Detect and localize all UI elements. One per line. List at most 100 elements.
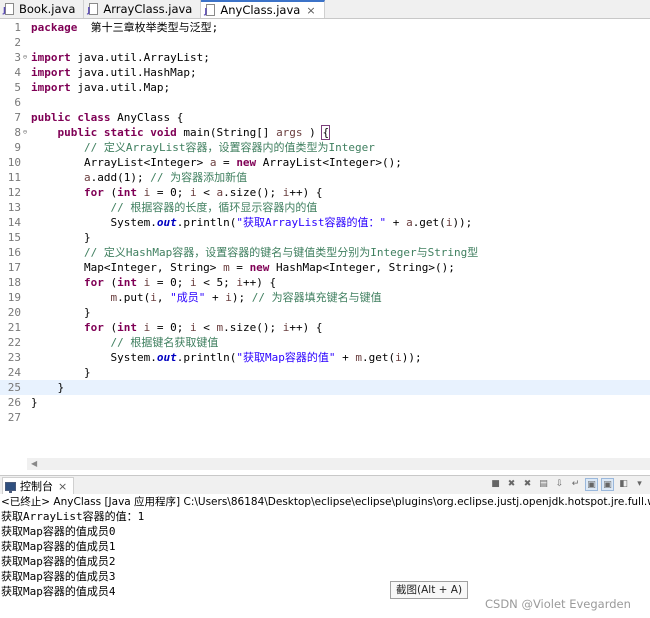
- code-token: ArrayList<Integer>();: [256, 156, 402, 169]
- scroll-lock-icon[interactable]: ⇩: [553, 478, 566, 491]
- line-number: 4: [14, 66, 21, 79]
- code-token: i: [189, 321, 197, 334]
- code-line[interactable]: 7 public class AnyClass {: [0, 110, 650, 125]
- line-number: 11: [7, 171, 21, 184]
- code-line[interactable]: 11 a.add(1); // 为容器添加新值: [0, 170, 650, 185]
- code-token: +: [335, 351, 356, 364]
- word-wrap-icon[interactable]: ↵: [569, 478, 582, 491]
- line-number: 5: [14, 81, 21, 94]
- code-line[interactable]: 19 m.put(i, "成员" + i); // 为容器填充键名与键值: [0, 290, 650, 305]
- code-token: .put(: [117, 291, 151, 304]
- line-number: 7: [14, 111, 21, 124]
- remove-all-icon[interactable]: ✖: [521, 478, 534, 491]
- console-output-line: 获取Map容器的值成员1: [1, 540, 116, 553]
- code-token: for: [83, 321, 104, 334]
- code-token: java.util.HashMap;: [70, 66, 197, 79]
- code-line[interactable]: 5 import java.util.Map;: [0, 80, 650, 95]
- code-line[interactable]: 24 }: [0, 365, 650, 380]
- code-line[interactable]: 20 }: [0, 305, 650, 320]
- line-number: 21: [7, 321, 21, 334]
- code-line[interactable]: 23 System.out.println("获取Map容器的值" + m.ge…: [0, 350, 650, 365]
- code-token: <: [196, 186, 217, 199]
- fold-toggle-icon[interactable]: ⊖: [21, 125, 29, 140]
- code-editor[interactable]: 1 package 第十三章枚举类型与泛型; 2 3 ⊖ import java.util…: [0, 19, 650, 456]
- open-console-icon[interactable]: ◧: [617, 478, 630, 491]
- editor-tab-label: AnyClass.java: [220, 3, 301, 17]
- remove-launch-icon[interactable]: ✖: [505, 478, 518, 491]
- code-line[interactable]: 15 }: [0, 230, 650, 245]
- code-text: import java.util.HashMap;: [31, 65, 197, 80]
- scroll-left-icon[interactable]: ◀: [31, 458, 37, 470]
- code-token: args: [276, 126, 303, 139]
- code-line[interactable]: 13 // 根据容器的长度，循环显示容器内的值: [0, 200, 650, 215]
- code-line[interactable]: 27: [0, 410, 650, 425]
- code-line[interactable]: 9 // 定义ArrayList容器，设置容器内的值类型为Integer: [0, 140, 650, 155]
- terminate-icon[interactable]: ■: [489, 478, 502, 491]
- code-token: <: [196, 321, 217, 334]
- line-number: 2: [14, 36, 21, 49]
- code-line[interactable]: 3 ⊖ import java.util.ArrayList;: [0, 50, 650, 65]
- code-token: .size();: [223, 321, 283, 334]
- line-number: 9: [14, 141, 21, 154]
- line-number: 13: [7, 201, 21, 214]
- code-token: ++) {: [289, 186, 323, 199]
- code-token: = 0;: [150, 321, 190, 334]
- code-token: i: [189, 276, 197, 289]
- display-console-icon[interactable]: ▾: [633, 478, 646, 491]
- code-line[interactable]: 8 ⊖ public static void main(String[] args…: [0, 125, 650, 140]
- code-line[interactable]: 17 Map<Integer, String> m = new HashMap<…: [0, 260, 650, 275]
- code-line[interactable]: 22 // 根据键名获取键值: [0, 335, 650, 350]
- tab-console[interactable]: 控制台 ×: [2, 477, 75, 495]
- code-token: "获取ArrayList容器的值：": [236, 216, 387, 229]
- code-line[interactable]: 6: [0, 95, 650, 110]
- code-token: ));: [452, 216, 473, 229]
- code-line[interactable]: 10 ArrayList<Integer> a = new ArrayList<…: [0, 155, 650, 170]
- editor-tab[interactable]: J ArrayClass.java: [84, 0, 202, 18]
- code-token: ,: [156, 291, 171, 304]
- show-stdout-icon[interactable]: ▣: [585, 478, 598, 491]
- code-line[interactable]: 16 // 定义HashMap容器，设置容器的键名与键值类型分别为Integer…: [0, 245, 650, 260]
- line-number: 22: [7, 336, 21, 349]
- code-token: // 为容器填充键名与键值: [251, 291, 382, 304]
- code-token: .add(1);: [90, 171, 151, 184]
- horizontal-scrollbar[interactable]: ◀: [27, 458, 650, 470]
- code-line[interactable]: 18 for (int i = 0; i < 5; i++) {: [0, 275, 650, 290]
- fold-toggle-icon[interactable]: ⊖: [21, 50, 29, 65]
- code-line[interactable]: 21 for (int i = 0; i < m.size(); i++) {: [0, 320, 650, 335]
- close-icon[interactable]: ×: [58, 480, 67, 493]
- code-line[interactable]: 1 package 第十三章枚举类型与泛型;: [0, 20, 650, 35]
- line-number: 14: [7, 216, 21, 229]
- code-token: for: [83, 186, 104, 199]
- editor-tab-bar: J Book.java J ArrayClass.java J AnyClass.java…: [0, 0, 650, 19]
- code-token: new: [249, 261, 270, 274]
- close-icon[interactable]: ×: [306, 4, 315, 17]
- code-line[interactable]: 14 System.out.println("获取ArrayList容器的值："…: [0, 215, 650, 230]
- line-number: 17: [7, 261, 21, 274]
- code-token: HashMap<Integer, String>();: [269, 261, 455, 274]
- code-token: AnyClass {: [110, 111, 184, 124]
- code-line[interactable]: 2: [0, 35, 650, 50]
- editor-tab[interactable]: J Book.java: [0, 0, 85, 18]
- code-token: a: [83, 171, 91, 184]
- line-number: 8: [14, 126, 21, 139]
- code-text: public class AnyClass {: [31, 110, 183, 125]
- code-line[interactable]: 26}: [0, 395, 650, 410]
- code-token: ): [302, 126, 323, 139]
- code-line[interactable]: 4 import java.util.HashMap;: [0, 65, 650, 80]
- line-number: 26: [7, 396, 21, 409]
- code-token: System.: [31, 216, 157, 229]
- code-token: public class: [31, 111, 111, 124]
- editor-tab[interactable]: J AnyClass.java ×: [201, 0, 325, 18]
- code-line[interactable]: 25 }: [0, 380, 650, 395]
- show-stderr-icon[interactable]: ▣: [601, 478, 614, 491]
- code-token: .size();: [223, 186, 283, 199]
- line-number: 6: [14, 96, 21, 109]
- code-token: import: [31, 81, 71, 94]
- clear-console-icon[interactable]: ▤: [537, 478, 550, 491]
- code-line[interactable]: 12 for (int i = 0; i < a.size(); i++) {: [0, 185, 650, 200]
- code-token: i: [395, 351, 402, 364]
- code-token: out: [156, 351, 177, 364]
- console-toolbar: ■ ✖ ✖ ▤ ⇩ ↵ ▣ ▣ ◧ ▾: [489, 478, 646, 491]
